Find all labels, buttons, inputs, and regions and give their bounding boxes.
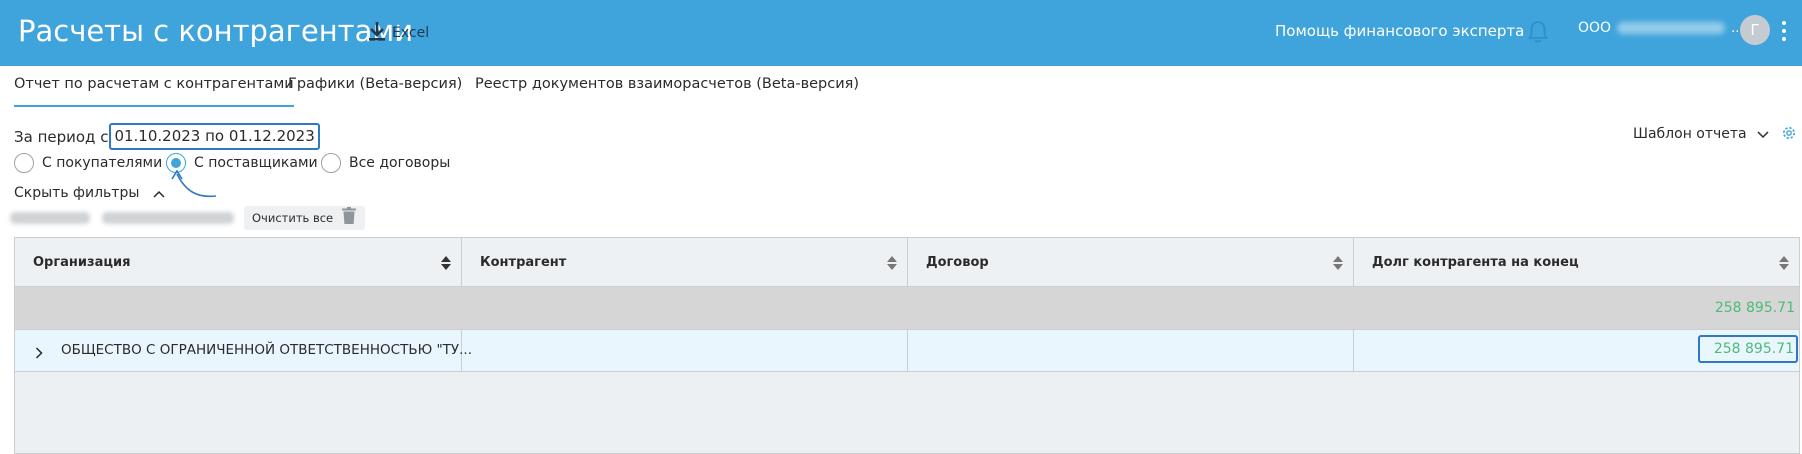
tab-settlement-documents[interactable]: Реестр документов взаиморасчетов (Beta-в… [475, 76, 859, 92]
download-icon [367, 20, 387, 46]
sort-icon [1779, 255, 1789, 274]
organization-prefix: ООО [1578, 20, 1612, 36]
column-header-contract[interactable]: Договор [908, 238, 1354, 286]
kebab-menu-icon[interactable] [1778, 18, 1790, 44]
user-avatar[interactable]: Г [1740, 15, 1770, 45]
column-header-counterparty-debt[interactable]: Долг контрагента на конец [1354, 238, 1799, 286]
cell-counterparty [462, 330, 908, 371]
sort-icon [1333, 255, 1343, 274]
column-header-organization[interactable]: Организация [15, 238, 462, 286]
table-row[interactable]: ОБЩЕСТВО С ОГРАНИЧЕННОЙ ОТВЕТСТВЕННОСТЬЮ… [15, 330, 1799, 372]
organization-ellipsis: .. [1731, 20, 1740, 36]
sort-icon [441, 255, 451, 274]
column-header-label: Долг контрагента на конец [1372, 254, 1579, 270]
period-filter: За период с 01.10.2023 по 01.12.2023 [14, 123, 320, 150]
active-filter-chips: Очистить все [10, 206, 366, 230]
organization-name-redacted [1617, 22, 1726, 34]
radio-buyers[interactable]: С покупателями [14, 153, 162, 173]
financial-expert-help-link[interactable]: Помощь финансового эксперта [1275, 22, 1524, 40]
notifications-button[interactable] [1527, 19, 1549, 49]
curved-arrow-annotation-icon [168, 168, 218, 206]
total-debt-value: 258 895.71 [1714, 300, 1795, 316]
organization-name: ОБЩЕСТВО С ОГРАНИЧЕННОЙ ОТВЕТСТВЕННОСТЬЮ… [61, 342, 472, 358]
sort-icon [887, 255, 897, 274]
chevron-down-icon [1757, 124, 1769, 143]
excel-export-button[interactable]: Excel [367, 20, 429, 46]
page: Расчеты с контрагентами Excel Помощь фин… [0, 0, 1802, 454]
hide-filters-toggle[interactable]: Скрыть фильтры [14, 183, 165, 202]
cell-counterparty-debt: 258 895.71 [1354, 330, 1799, 371]
radio-circle [14, 153, 34, 173]
radio-all-contracts[interactable]: Все договоры [321, 153, 450, 173]
page-title: Расчеты с контрагентами [18, 14, 414, 48]
debt-value-highlighted[interactable]: 258 895.71 [1697, 335, 1798, 363]
hide-filters-label: Скрыть фильтры [14, 184, 140, 201]
report-template-label: Шаблон отчета [1633, 125, 1747, 142]
excel-export-label: Excel [392, 25, 430, 41]
column-header-label: Договор [926, 254, 989, 270]
tab-charts[interactable]: Графики (Beta-версия) [288, 76, 462, 92]
period-range-input[interactable]: 01.10.2023 по 01.12.2023 [109, 123, 320, 150]
clear-all-filters-button[interactable]: Очистить все [244, 206, 366, 230]
report-template-dropdown[interactable]: Шаблон отчета [1633, 124, 1769, 143]
report-tabs: Отчет по расчетам с контрагентами График… [0, 66, 1802, 107]
clear-all-label: Очистить все [252, 211, 334, 225]
bell-icon [1527, 21, 1549, 49]
tab-counterparty-report[interactable]: Отчет по расчетам с контрагентами [14, 76, 294, 107]
organization-selector[interactable]: ООО .. [1578, 20, 1739, 36]
radio-circle [321, 153, 341, 173]
filter-chip-redacted [10, 212, 90, 224]
filter-chip-redacted [102, 212, 234, 224]
chevron-up-icon [153, 183, 165, 202]
cell-contract [908, 330, 1354, 371]
gear-icon[interactable] [1780, 124, 1798, 146]
chevron-right-icon[interactable] [35, 344, 43, 363]
column-header-counterparty[interactable]: Контрагент [462, 238, 908, 286]
column-header-label: Организация [33, 254, 131, 270]
radio-label: Все договоры [349, 155, 451, 171]
table-header: Организация Контрагент Договор Долг конт… [15, 238, 1799, 287]
table-total-row: 258 895.71 [15, 287, 1799, 330]
column-header-label: Контрагент [480, 254, 567, 270]
period-label: За период с [14, 127, 109, 146]
settlements-table: Организация Контрагент Договор Долг конт… [14, 237, 1800, 454]
top-bar: Расчеты с контрагентами Excel Помощь фин… [0, 0, 1802, 66]
radio-label: С покупателями [42, 155, 163, 171]
trash-icon [341, 207, 357, 229]
cell-organization: ОБЩЕСТВО С ОГРАНИЧЕННОЙ ОТВЕТСТВЕННОСТЬЮ… [15, 330, 472, 371]
